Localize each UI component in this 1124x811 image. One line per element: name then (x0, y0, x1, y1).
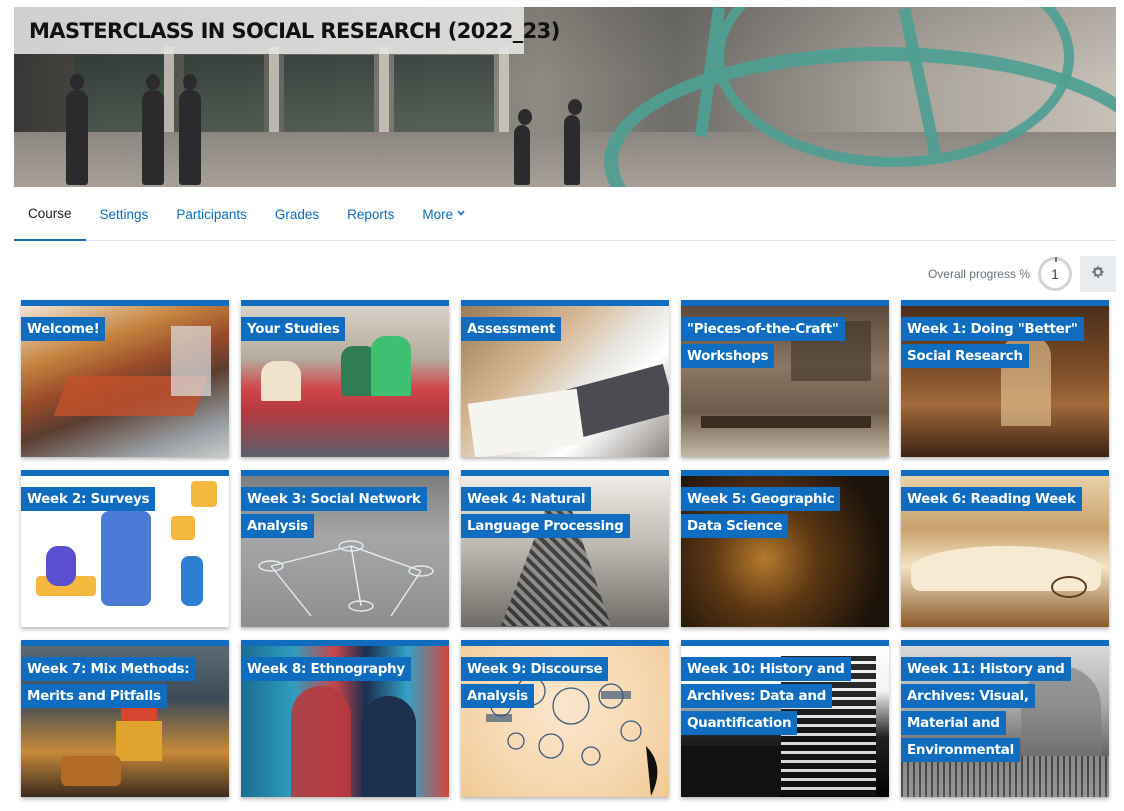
tab-more[interactable]: More (408, 187, 479, 241)
tile-week-6[interactable]: Week 6: Reading Week (901, 470, 1109, 627)
tile-welcome[interactable]: Welcome! (21, 300, 229, 457)
tile-title: Week 10: History and Archives: Data and … (681, 657, 851, 735)
tab-course[interactable]: Course (14, 187, 86, 241)
tile-title: Week 11: History and Archives: Visual, M… (901, 657, 1071, 762)
tile-week-3[interactable]: Week 3: Social Network Analysis (241, 470, 449, 627)
course-title-box: MASTERCLASS IN SOCIAL RESEARCH (2022_23) (14, 7, 560, 54)
tile-title: Week 5: Geographic Data Science (681, 487, 841, 538)
tile-title: Week 8: Ethnography (241, 657, 411, 681)
tile-week-2[interactable]: Week 2: Surveys (21, 470, 229, 627)
chevron-down-icon (457, 208, 465, 218)
tile-title: Week 9: Discourse Analysis (461, 657, 609, 708)
course-tiles-grid: Welcome! Your Studies Assessment "Pieces… (21, 300, 1109, 797)
course-banner: MASTERCLASS IN SOCIAL RESEARCH (2022_23) (14, 7, 1116, 187)
tile-week-1[interactable]: Week 1: Doing "Better" Social Research (901, 300, 1109, 457)
tile-craft-workshops[interactable]: "Pieces-of-the-Craft" Workshops (681, 300, 889, 457)
tile-title: Week 3: Social Network Analysis (241, 487, 427, 538)
tile-week-7[interactable]: Week 7: Mix Methods: Merits and Pitfalls (21, 640, 229, 797)
tile-title: "Pieces-of-the-Craft" Workshops (681, 317, 845, 368)
course-title: MASTERCLASS IN SOCIAL RESEARCH (2022_23) (29, 18, 560, 43)
gear-icon (1091, 265, 1105, 284)
tab-grades[interactable]: Grades (261, 187, 333, 241)
progress-value: 1 (1051, 266, 1059, 282)
tab-participants[interactable]: Participants (162, 187, 261, 241)
progress-label: Overall progress % (927, 267, 1030, 281)
progress-ring: 1 (1038, 257, 1072, 291)
tile-title: Week 4: Natural Language Processing (461, 487, 630, 538)
tab-more-label: More (422, 206, 454, 222)
tile-week-4[interactable]: Week 4: Natural Language Processing (461, 470, 669, 627)
tile-title: Week 2: Surveys (21, 487, 156, 511)
tab-participants-label: Participants (176, 206, 247, 222)
tile-title: Your Studies (241, 317, 346, 341)
tab-settings-label: Settings (99, 206, 149, 222)
course-nav: Course Settings Participants Grades Repo… (14, 187, 1116, 241)
tile-title: Week 7: Mix Methods: Merits and Pitfalls (21, 657, 196, 708)
tab-reports-label: Reports (347, 206, 395, 222)
tab-settings[interactable]: Settings (86, 187, 163, 241)
tile-title: Week 1: Doing "Better" Social Research (901, 317, 1084, 368)
overall-progress: Overall progress % 1 (928, 256, 1116, 292)
tile-title: Week 6: Reading Week (901, 487, 1082, 511)
tile-assessment[interactable]: Assessment (461, 300, 669, 457)
tab-course-label: Course (28, 205, 72, 221)
tab-reports[interactable]: Reports (333, 187, 408, 241)
tile-settings-button[interactable] (1080, 256, 1116, 292)
tile-week-9[interactable]: Week 9: Discourse Analysis (461, 640, 669, 797)
tile-week-10[interactable]: Week 10: History and Archives: Data and … (681, 640, 889, 797)
tile-week-11[interactable]: Week 11: History and Archives: Visual, M… (901, 640, 1109, 797)
tile-week-8[interactable]: Week 8: Ethnography (241, 640, 449, 797)
tab-grades-label: Grades (274, 206, 320, 222)
tile-week-5[interactable]: Week 5: Geographic Data Science (681, 470, 889, 627)
tile-title: Assessment (461, 317, 562, 341)
tile-your-studies[interactable]: Your Studies (241, 300, 449, 457)
tile-title: Welcome! (21, 317, 106, 341)
